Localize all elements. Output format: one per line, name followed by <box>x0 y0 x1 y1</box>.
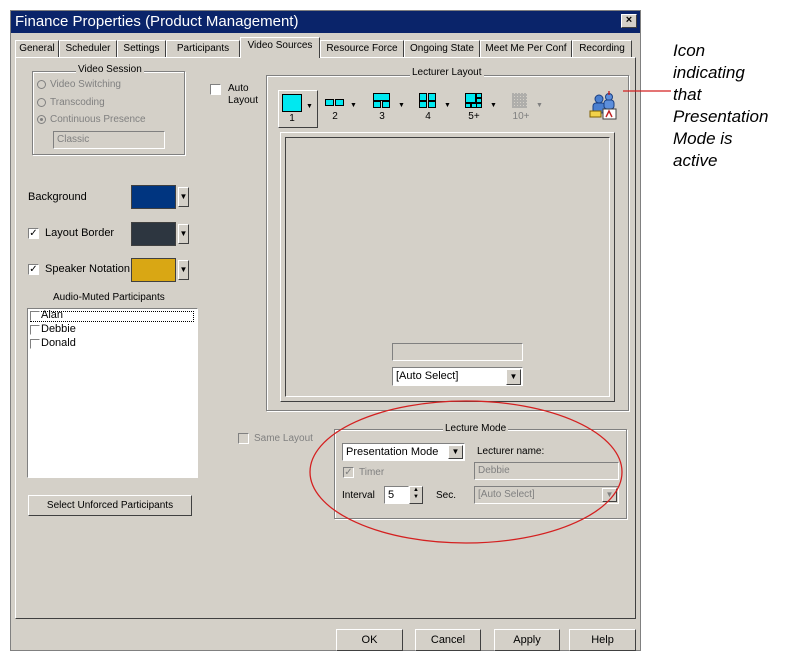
annotation-line: active <box>673 151 718 170</box>
annotation-line: Icon <box>673 41 706 60</box>
tab-video-sources[interactable]: Video Sources <box>240 37 320 58</box>
annotation-line: Mode is <box>673 129 733 148</box>
annotation-line: indicating <box>673 63 745 82</box>
annotation-line: Presentation <box>673 107 769 126</box>
annotation-line: that <box>673 85 702 104</box>
lecture-mode-highlight-ellipse <box>309 400 623 544</box>
annotation-text: Icon indicating that Presentation Mode i… <box>673 40 798 172</box>
